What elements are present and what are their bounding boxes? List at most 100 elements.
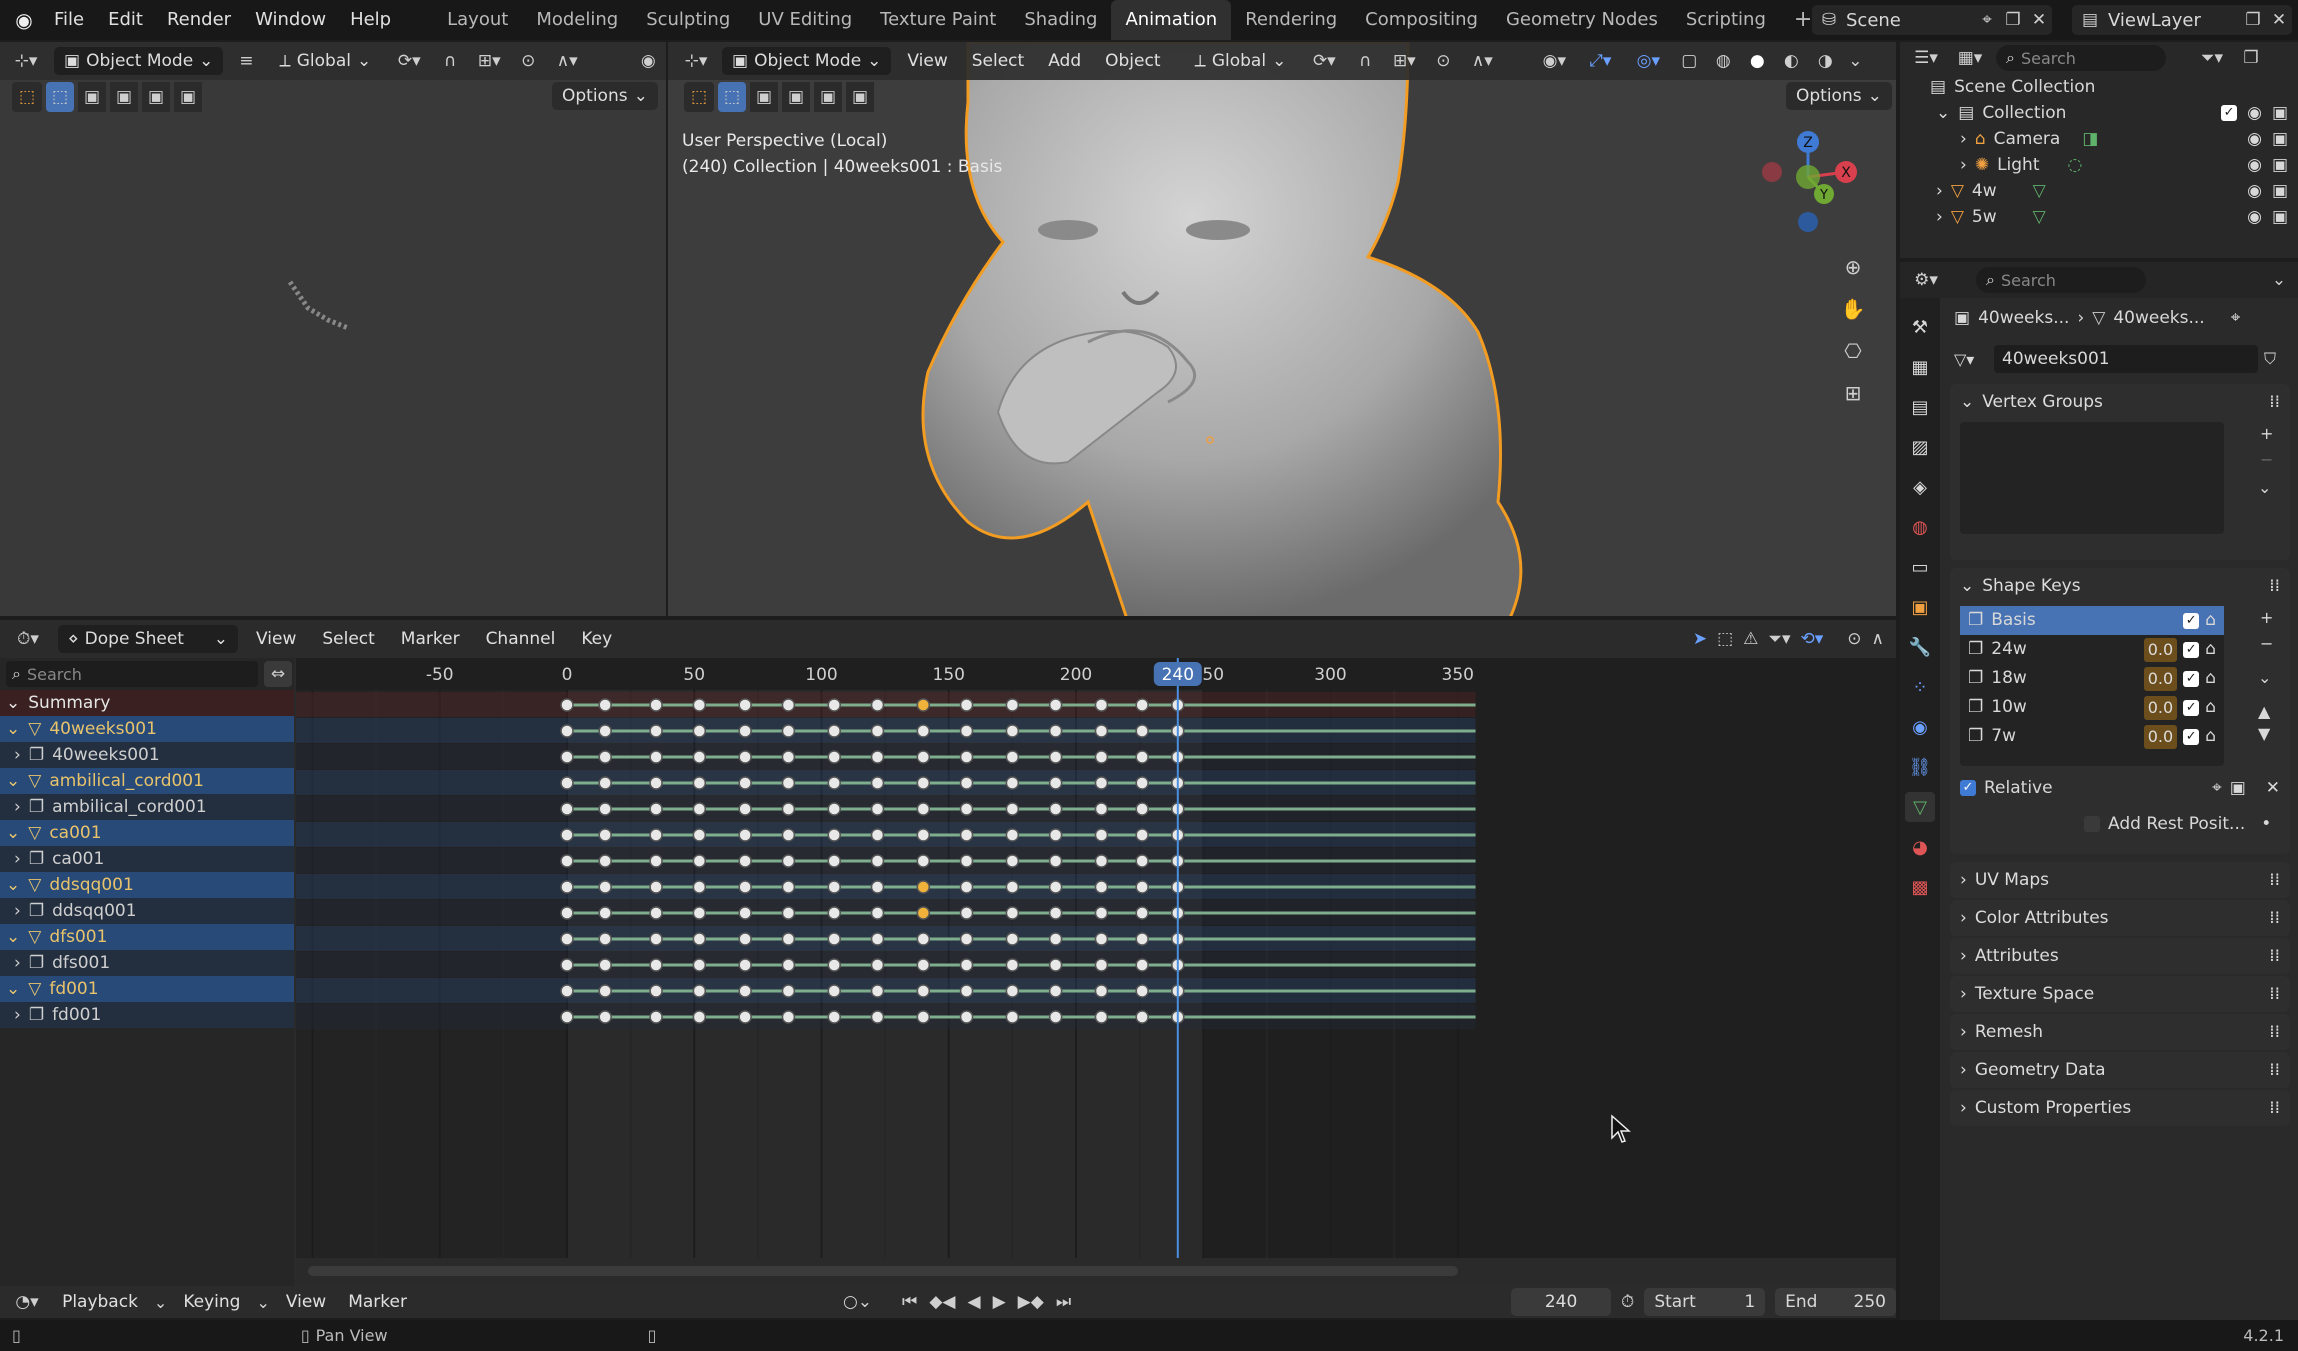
play-icon[interactable]: ▶ (993, 1292, 1006, 1312)
outliner-row-4w[interactable]: › ▽ 4w ▽ ◉ ▣ (1900, 178, 2298, 204)
visibility-icon[interactable]: ◉ (633, 51, 663, 71)
select-intersect-icon[interactable]: ▣ (846, 82, 874, 112)
eye-icon[interactable]: ◉ (2247, 178, 2262, 204)
shape-key-mute-checkbox[interactable]: ✓ (2183, 728, 2200, 745)
jump-end-icon[interactable]: ⏭ (1056, 1292, 1071, 1312)
menu-help[interactable]: Help (338, 0, 403, 40)
chevron-right-icon[interactable]: › (14, 794, 21, 820)
channel-row-1[interactable]: ⌄ ▽ 40weeks001 (0, 716, 294, 742)
mode-dropdown[interactable]: ▣ Object Mode ⌄ (54, 47, 224, 75)
chevron-right-icon[interactable]: › (14, 846, 21, 872)
lock-icon[interactable]: ⌂ (2205, 606, 2216, 635)
panel-color-attributes[interactable]: › Color Attributes ⁞⁞ (1950, 900, 2290, 936)
swap-icon[interactable]: ⇔ (264, 661, 292, 687)
editor-type-icon[interactable]: ⏱▾ (8, 629, 48, 649)
chevron-down-icon[interactable]: ⌄ (6, 690, 20, 716)
menu-file[interactable]: File (42, 0, 96, 40)
drag-handle-icon[interactable]: ⁞⁞ (2269, 384, 2280, 420)
scene-tab-icon[interactable]: ◈ (1905, 472, 1935, 502)
ds-menu-channel[interactable]: Channel (478, 619, 564, 659)
select-tool-icon[interactable]: ⬚ (12, 82, 42, 112)
drag-handle-icon[interactable]: ⁞⁞ (2269, 1090, 2280, 1126)
snap-icon[interactable]: ∩ (1352, 51, 1378, 71)
blender-logo-icon[interactable]: ◉ (6, 8, 42, 32)
use-preview-range-icon[interactable]: ⏱ (1621, 1292, 1634, 1312)
shape-key-value[interactable]: 0.0 (2143, 637, 2178, 662)
chevron-right-icon[interactable]: › (14, 898, 21, 924)
menu-object[interactable]: Object (1097, 42, 1168, 81)
left-options-button[interactable]: Options ⌄ (552, 82, 658, 110)
new-view-layer-icon[interactable]: ❐ (2240, 10, 2266, 30)
keyframe-region[interactable]: -50 0 50 100 150 200 50 300 350 240 (296, 658, 1896, 1258)
pin-icon[interactable]: ⌖ (2231, 308, 2241, 328)
render-camera-icon[interactable]: ▣ (2272, 178, 2288, 204)
vertex-group-menu-icon[interactable]: ⌄ (2258, 478, 2271, 497)
start-frame-field[interactable]: Start 1 (1644, 1288, 1766, 1316)
falloff-icon[interactable]: ∧▾ (549, 51, 585, 71)
drag-handle-icon[interactable]: ⁞⁞ (2269, 938, 2280, 974)
play-reverse-icon[interactable]: ◀ (968, 1292, 981, 1312)
shape-key-value[interactable]: 0.0 (2143, 695, 2178, 720)
menu-select[interactable]: Select (964, 42, 1032, 81)
editor-type-icon[interactable]: ⊹▾ (6, 51, 46, 71)
menu-add[interactable]: Add (1040, 42, 1089, 81)
clear-shape-icon[interactable]: ✕ (2266, 778, 2280, 798)
outliner-row-light[interactable]: › ✺ Light ◌ ◉ ▣ (1900, 152, 2298, 178)
shape-key-row-18w[interactable]: ❐ 18w 0.0 ✓ ⌂ (1960, 664, 2224, 693)
render-tab-icon[interactable]: ▦ (1905, 352, 1935, 382)
chevron-down-icon[interactable]: ⌄ (6, 820, 20, 846)
select-tool-icon[interactable]: ⬚ (684, 82, 714, 112)
shading-solid-icon[interactable]: ● (1744, 51, 1770, 71)
left-3d-viewport[interactable]: ⊹▾ ▣ Object Mode ⌄ ≡ ⟂ Global ⌄ ⟳▾ ∩ ⊞▾ ⊙ ∧▾… (0, 42, 666, 616)
lock-icon[interactable]: ⌂ (2205, 722, 2216, 751)
menu-render[interactable]: Render (155, 0, 243, 40)
vertex-groups-header[interactable]: ⌄ Vertex Groups ⁞⁞ (1950, 384, 2290, 420)
shape-key-row-24w[interactable]: ❐ 24w 0.0 ✓ ⌂ (1960, 635, 2224, 664)
move-down-icon[interactable]: ▼ (2258, 724, 2270, 743)
channel-row-8[interactable]: › ❐ ddsqq001 (0, 898, 294, 924)
channel-row-12[interactable]: › ❐ fd001 (0, 1002, 294, 1028)
tab-geometry-nodes[interactable]: Geometry Nodes (1492, 0, 1672, 40)
channel-row-9[interactable]: ⌄ ▽ dfs001 (0, 924, 294, 950)
menu-window[interactable]: Window (243, 0, 338, 40)
chevron-down-icon[interactable]: ⌄ (6, 976, 20, 1002)
auto-key-icon[interactable]: ○⌄ (843, 1292, 872, 1312)
orientation-dropdown[interactable]: ⟂ Global ⌄ (1185, 47, 1297, 75)
lock-icon[interactable]: ⌂ (2205, 664, 2216, 693)
prev-keyframe-icon[interactable]: ◆◀ (929, 1292, 955, 1312)
show-hidden-icon[interactable]: ⬚ (1717, 629, 1733, 649)
eye-icon[interactable]: ◉ (2247, 152, 2262, 178)
shape-keys-header[interactable]: ⌄ Shape Keys ⁞⁞ (1950, 568, 2290, 604)
chevron-right-icon[interactable]: › (14, 742, 21, 768)
menu-view[interactable]: View (899, 42, 955, 81)
close-icon[interactable]: ✕ (2266, 10, 2292, 30)
drag-handle-icon[interactable]: ⁞⁞ (2269, 862, 2280, 898)
editor-type-icon[interactable]: ☰▾ (1908, 48, 1944, 68)
falloff-icon[interactable]: ∧ (1872, 629, 1884, 649)
chevron-down-icon[interactable]: ⌄ (6, 768, 20, 794)
channel-row-3[interactable]: ⌄ ▽ ambilical_cord001 (0, 768, 294, 794)
channel-row-0[interactable]: ⌄ Summary (0, 690, 294, 716)
chevron-down-icon[interactable]: ⌄ (6, 716, 20, 742)
channel-row-11[interactable]: ⌄ ▽ fd001 (0, 976, 294, 1002)
exclude-checkbox[interactable]: ✓ (2221, 105, 2238, 121)
end-frame-field[interactable]: End 250 (1775, 1288, 1896, 1316)
snapping-icon[interactable]: ⟲▾ (1801, 629, 1824, 649)
camera-view-icon[interactable]: ⎔ (1838, 336, 1868, 366)
main-options-button[interactable]: Options ⌄ (1786, 82, 1892, 110)
snap-icon[interactable]: ∩ (437, 51, 463, 71)
panel-remesh[interactable]: › Remesh ⁞⁞ (1950, 1014, 2290, 1050)
outliner-row-collection[interactable]: ⌄ ▤ Collection ✓ ◉ ▣ (1900, 100, 2298, 126)
chevron-down-icon[interactable]: ⌄ (6, 872, 20, 898)
view-layer-selector[interactable]: ▤ ViewLayer ❐ ✕ (2072, 5, 2292, 35)
outliner-row-5w[interactable]: › ▽ 5w ▽ ◉ ▣ (1900, 204, 2298, 230)
shading-wireframe-icon[interactable]: ◍ (1710, 51, 1736, 71)
tab-shading[interactable]: Shading (1010, 0, 1111, 40)
shading-material-icon[interactable]: ◐ (1778, 51, 1804, 71)
select-subtract-icon[interactable]: ▣ (782, 82, 810, 112)
outliner-search[interactable]: ⌕ Search (1996, 45, 2166, 71)
select-invert-icon[interactable]: ▣ (142, 82, 170, 112)
eye-icon[interactable]: ◉ (2247, 126, 2262, 152)
editor-type-icon[interactable]: ◔▾ (8, 1292, 46, 1312)
modifier-tab-icon[interactable]: 🔧 (1905, 632, 1935, 662)
